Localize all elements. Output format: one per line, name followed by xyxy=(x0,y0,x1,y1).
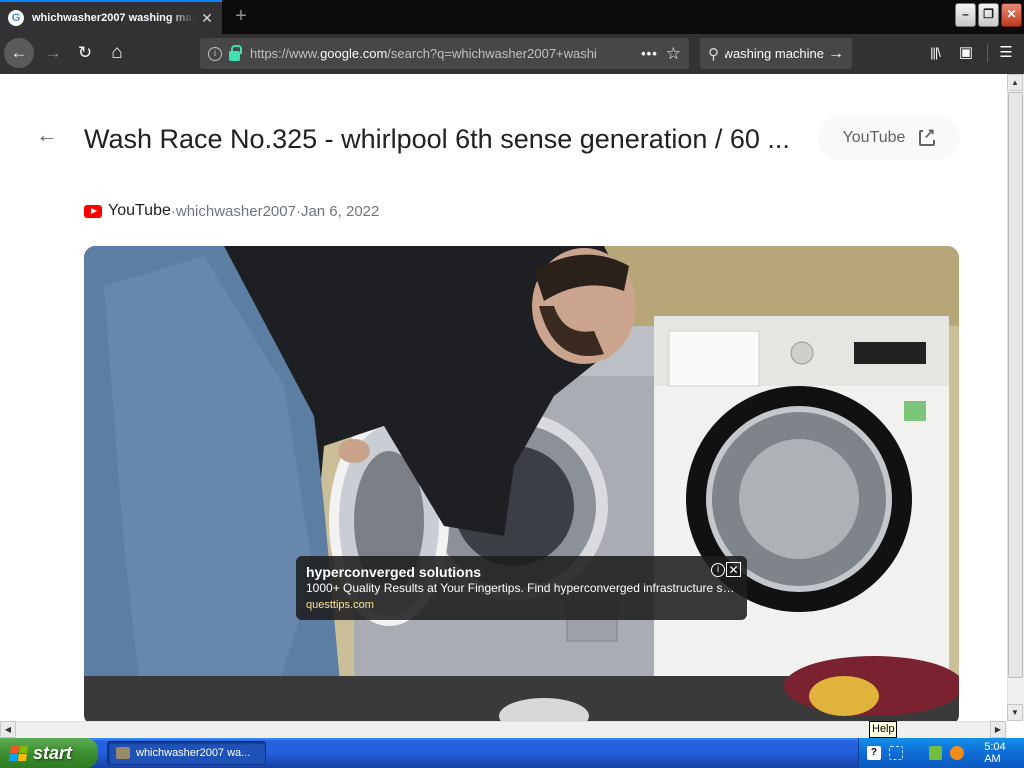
scroll-down-icon[interactable]: ▼ xyxy=(1007,704,1023,721)
address-bar[interactable]: i https://www.google.com/search?q=whichw… xyxy=(200,38,689,69)
home-button[interactable]: ⌂ xyxy=(102,38,132,68)
page-actions-icon[interactable]: ••• xyxy=(641,46,658,61)
google-favicon-icon: G xyxy=(8,10,24,26)
help-tray-icon[interactable]: ? xyxy=(867,746,881,760)
back-button[interactable]: ← xyxy=(4,38,34,68)
url-domain: google.com xyxy=(320,46,388,61)
ad-description: 1000+ Quality Results at Your Fingertips… xyxy=(306,581,741,595)
video-player[interactable] xyxy=(84,246,959,721)
url-path: /search?q=whichwasher2007+washi xyxy=(387,46,597,61)
external-link-icon xyxy=(919,126,936,146)
open-youtube-button[interactable]: YouTube xyxy=(818,116,960,160)
ad-close-icon[interactable]: ✕ xyxy=(726,562,741,577)
start-button[interactable]: start xyxy=(0,738,98,768)
scroll-up-icon[interactable]: ▲ xyxy=(1007,74,1023,91)
ad-url[interactable]: questtips.com xyxy=(306,597,737,614)
taskbar-window-button[interactable]: whichwasher2007 wa... xyxy=(107,741,266,765)
browser-tab[interactable]: G whichwasher2007 washing machine ✕ xyxy=(0,0,222,34)
network-tray-icon[interactable] xyxy=(888,746,903,760)
meta-channel: whichwasher2007 xyxy=(175,202,296,220)
forward-button[interactable]: → xyxy=(38,38,68,68)
sidebar-icon[interactable]: ▣ xyxy=(951,38,981,68)
page-title: Wash Race No.325 - whirlpool 6th sense g… xyxy=(84,124,790,154)
url-text[interactable]: https://www.google.com/search?q=whichwas… xyxy=(250,46,633,61)
scroll-right-icon[interactable]: ▶ xyxy=(990,721,1006,738)
restore-window-button[interactable]: ❐ xyxy=(978,3,999,27)
vertical-scroll-thumb[interactable] xyxy=(1008,92,1023,678)
tab-title: whichwasher2007 washing machine xyxy=(32,12,194,24)
ad-info-icon[interactable]: i xyxy=(711,563,725,577)
minimize-window-button[interactable]: – xyxy=(955,3,976,27)
horizontal-scrollbar[interactable] xyxy=(0,721,1007,738)
search-go-icon[interactable]: → xyxy=(828,45,844,63)
youtube-logo-icon xyxy=(84,204,102,218)
close-window-button[interactable]: ✕ xyxy=(1001,3,1022,27)
tab-close-icon[interactable]: ✕ xyxy=(200,10,214,27)
toolbar-divider xyxy=(987,44,988,62)
library-icon[interactable]: |||\ xyxy=(920,38,950,68)
url-prefix: https://www. xyxy=(250,46,321,61)
back-arrow-icon[interactable]: ← xyxy=(36,122,58,148)
windows-logo-icon xyxy=(8,745,29,761)
search-tray-icon[interactable] xyxy=(950,746,965,760)
reload-button[interactable]: ↻ xyxy=(70,38,100,68)
video-ad-overlay[interactable]: hyperconverged solutions 1000+ Quality R… xyxy=(296,556,747,620)
taskbar-window-label: whichwasher2007 wa... xyxy=(136,747,251,759)
lock-icon xyxy=(229,44,242,61)
system-tray: ? 5:04 AM xyxy=(858,738,1024,768)
video-frame-image xyxy=(84,246,959,721)
taskbar-clock[interactable]: 5:04 AM xyxy=(984,741,1024,765)
help-tooltip: Help xyxy=(869,721,897,738)
site-info-icon[interactable]: i xyxy=(208,46,222,61)
meta-source[interactable]: YouTube xyxy=(108,202,171,220)
menu-icon[interactable]: ☰ xyxy=(991,38,1021,68)
meta-date: Jan 6, 2022 xyxy=(300,202,380,220)
video-meta: YouTube · whichwasher2007 · Jan 6, 2022 xyxy=(84,202,379,220)
bookmark-star-icon[interactable]: ☆ xyxy=(666,44,681,64)
open-youtube-label: YouTube xyxy=(842,129,906,146)
search-input[interactable]: whichwasher2007 washing machine xyxy=(725,46,824,61)
start-label: start xyxy=(33,742,73,763)
security-tray-icon[interactable] xyxy=(928,746,943,760)
ad-headline[interactable]: hyperconverged solutions xyxy=(306,564,737,580)
firefox-window-icon xyxy=(116,747,130,759)
search-icon: ⚲ xyxy=(708,45,719,63)
search-bar[interactable]: ⚲ whichwasher2007 washing machine → xyxy=(700,38,852,69)
scroll-left-icon[interactable]: ◀ xyxy=(0,721,16,738)
new-tab-button[interactable]: + xyxy=(228,4,254,30)
page-content: ← Wash Race No.325 - whirlpool 6th sense… xyxy=(0,74,1007,721)
